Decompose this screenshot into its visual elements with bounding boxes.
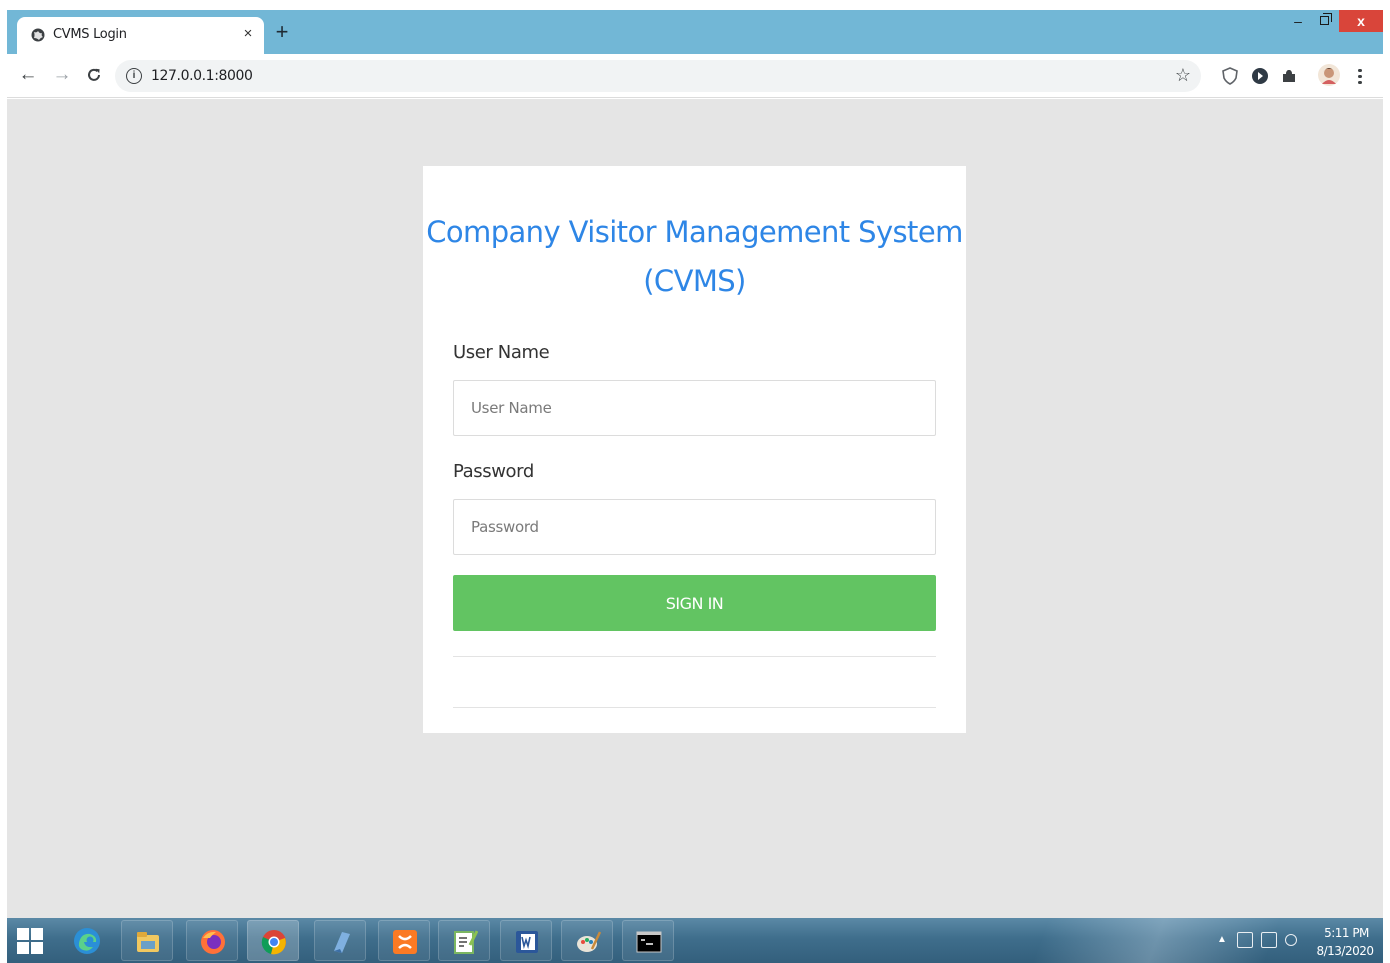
divider-top [453,656,936,657]
edge-icon[interactable] [73,927,101,955]
paint-icon [577,931,601,952]
chrome-button[interactable] [247,920,299,961]
extension-shield-icon[interactable] [1221,67,1239,85]
notepad-plus-button[interactable] [438,920,490,961]
new-tab-button[interactable]: + [270,21,294,45]
command-prompt-button[interactable] [622,920,674,961]
tab-title: CVMS Login [53,27,127,42]
firefox-button[interactable] [186,920,238,961]
xampp-button[interactable] [378,920,430,961]
menu-dots-icon[interactable] [1357,66,1363,86]
firefox-icon [201,930,225,954]
sign-in-button[interactable]: SIGN IN [453,575,936,631]
password-label: Password [453,461,534,482]
screen: CVMS Login × + – x ← → i 127.0.0.1:8000 … [0,0,1390,963]
back-arrow-icon[interactable]: ← [17,64,39,86]
network-icon[interactable] [1237,932,1253,948]
windows-taskbar: ▲ 5:11 PM 8/13/2020 [7,918,1383,963]
tab-close-icon[interactable]: × [239,24,257,44]
clock-date[interactable]: 8/13/2020 [1315,944,1375,958]
word-icon [516,931,538,953]
globe-icon [31,28,45,42]
login-card: Company Visitor Management System (CVMS)… [423,166,966,733]
maximize-button[interactable] [1311,10,1337,32]
address-bar[interactable]: i 127.0.0.1:8000 ☆ [115,60,1201,92]
profile-avatar-icon[interactable] [1317,63,1341,87]
password-input[interactable] [453,499,936,555]
command-prompt-icon [636,931,662,953]
minimize-button[interactable]: – [1285,10,1311,32]
browser-toolbar: ← → i 127.0.0.1:8000 ☆ [7,54,1383,98]
reload-icon[interactable] [83,64,105,86]
show-hidden-icons-icon[interactable]: ▲ [1217,934,1227,945]
bookmark-star-icon[interactable]: ☆ [1175,65,1191,86]
notepad-plus-icon [454,930,478,954]
browser-tab-strip: CVMS Login × + – x [7,10,1383,54]
xampp-icon [393,930,417,954]
power-icon[interactable] [1261,932,1277,948]
puzzle-extensions-icon[interactable] [1280,67,1298,85]
file-explorer-icon [137,932,159,952]
info-icon[interactable]: i [126,68,142,84]
login-title: Company Visitor Management System (CVMS) [426,215,963,298]
forward-arrow-icon[interactable]: → [51,64,73,86]
close-window-button[interactable]: x [1339,10,1383,32]
extension-circle-icon[interactable] [1251,67,1269,85]
username-input[interactable] [453,380,936,436]
word-button[interactable] [500,920,552,961]
app-icon [334,932,350,953]
username-label: User Name [453,342,550,363]
app-button[interactable] [314,920,366,961]
windows-start-icon[interactable] [17,928,43,954]
system-tray: ▲ 5:11 PM 8/13/2020 [1207,918,1383,963]
paint-button[interactable] [561,920,613,961]
file-explorer-button[interactable] [121,920,173,961]
url-text[interactable]: 127.0.0.1:8000 [151,68,253,84]
chrome-icon [261,930,286,955]
page-viewport: Company Visitor Management System (CVMS)… [7,99,1383,918]
clock-time[interactable]: 5:11 PM [1319,926,1374,940]
browser-tab[interactable]: CVMS Login × [17,17,264,54]
divider-bottom [453,707,936,708]
volume-icon[interactable] [1285,934,1297,946]
